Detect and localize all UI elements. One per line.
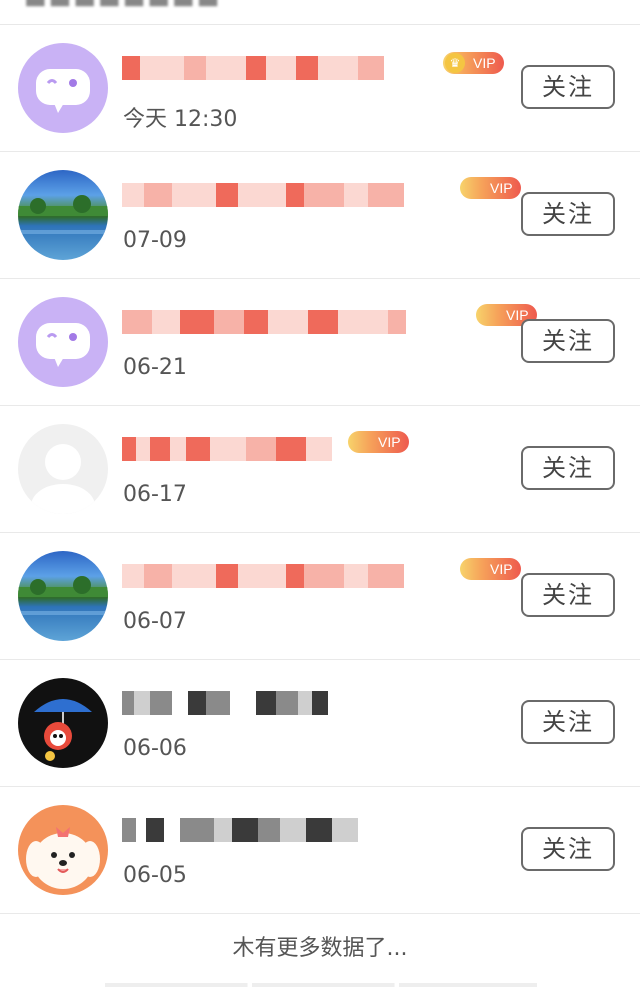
- follow-date: 06-05: [123, 863, 187, 888]
- bottom-tab-bar-edge: [105, 983, 537, 987]
- vip-badge: VIP: [460, 558, 521, 580]
- follow-button[interactable]: 关注: [521, 192, 615, 236]
- follow-list: ♛ VIP 今天 12:30 关注 VIP 07-09 关注 VIP 06-21…: [0, 25, 640, 914]
- follow-button[interactable]: 关注: [521, 65, 615, 109]
- cartoon-dog-avatar: [26, 827, 100, 889]
- vip-label: VIP: [490, 561, 513, 577]
- list-item[interactable]: VIP 06-17 关注: [0, 406, 640, 533]
- vip-badge: VIP: [460, 177, 521, 199]
- follow-button[interactable]: 关注: [521, 700, 615, 744]
- vip-badge: ♛ VIP: [443, 52, 504, 74]
- blurred-username: [122, 690, 328, 716]
- list-item[interactable]: ♛ VIP 今天 12:30 关注: [0, 25, 640, 152]
- follow-button[interactable]: 关注: [521, 319, 615, 363]
- lake-landscape-avatar: [18, 195, 108, 234]
- list-item[interactable]: VIP 06-07 关注: [0, 533, 640, 660]
- cartoon-fox-umbrella-avatar: [34, 699, 92, 761]
- follow-date: 06-21: [123, 355, 187, 380]
- blurred-username: [122, 817, 358, 843]
- follow-date: 07-09: [123, 228, 187, 253]
- list-item[interactable]: 06-05 关注: [0, 787, 640, 914]
- vip-label: VIP: [378, 434, 401, 450]
- chat-bubble-face-icon: [36, 323, 90, 367]
- vip-badge: VIP: [348, 431, 409, 453]
- blurred-username: [122, 55, 384, 81]
- follow-button[interactable]: 关注: [521, 573, 615, 617]
- crown-icon: ♛: [445, 53, 465, 73]
- follow-date: 06-06: [123, 736, 187, 761]
- blurred-username: [122, 182, 404, 208]
- blurred-username: [122, 563, 404, 589]
- avatar[interactable]: [18, 551, 108, 641]
- follow-button[interactable]: 关注: [521, 446, 615, 490]
- avatar[interactable]: [18, 170, 108, 260]
- avatar[interactable]: [18, 43, 108, 133]
- avatar[interactable]: [18, 805, 108, 895]
- list-item[interactable]: VIP 06-21 关注: [0, 279, 640, 406]
- follow-button[interactable]: 关注: [521, 827, 615, 871]
- cropped-header-text: ▬▬▬▬▬▬▬▬: [24, 0, 222, 14]
- follow-date: 06-17: [123, 482, 187, 507]
- vip-label: VIP: [473, 55, 496, 71]
- default-user-avatar: [31, 444, 95, 514]
- no-more-data-text: 木有更多数据了...: [232, 936, 408, 961]
- follow-date: 06-07: [123, 609, 187, 634]
- follow-date: 今天 12:30: [123, 107, 238, 132]
- blurred-username: [122, 436, 332, 462]
- chat-bubble-face-icon: [36, 69, 90, 113]
- avatar[interactable]: [18, 678, 108, 768]
- avatar[interactable]: [18, 297, 108, 387]
- top-partial-header: ▬▬▬▬▬▬▬▬: [0, 0, 640, 25]
- vip-label: VIP: [490, 180, 513, 196]
- lake-landscape-avatar: [18, 576, 108, 615]
- list-item[interactable]: 06-06 关注: [0, 660, 640, 787]
- list-item[interactable]: VIP 07-09 关注: [0, 152, 640, 279]
- avatar[interactable]: [18, 424, 108, 514]
- blurred-username: [122, 309, 406, 335]
